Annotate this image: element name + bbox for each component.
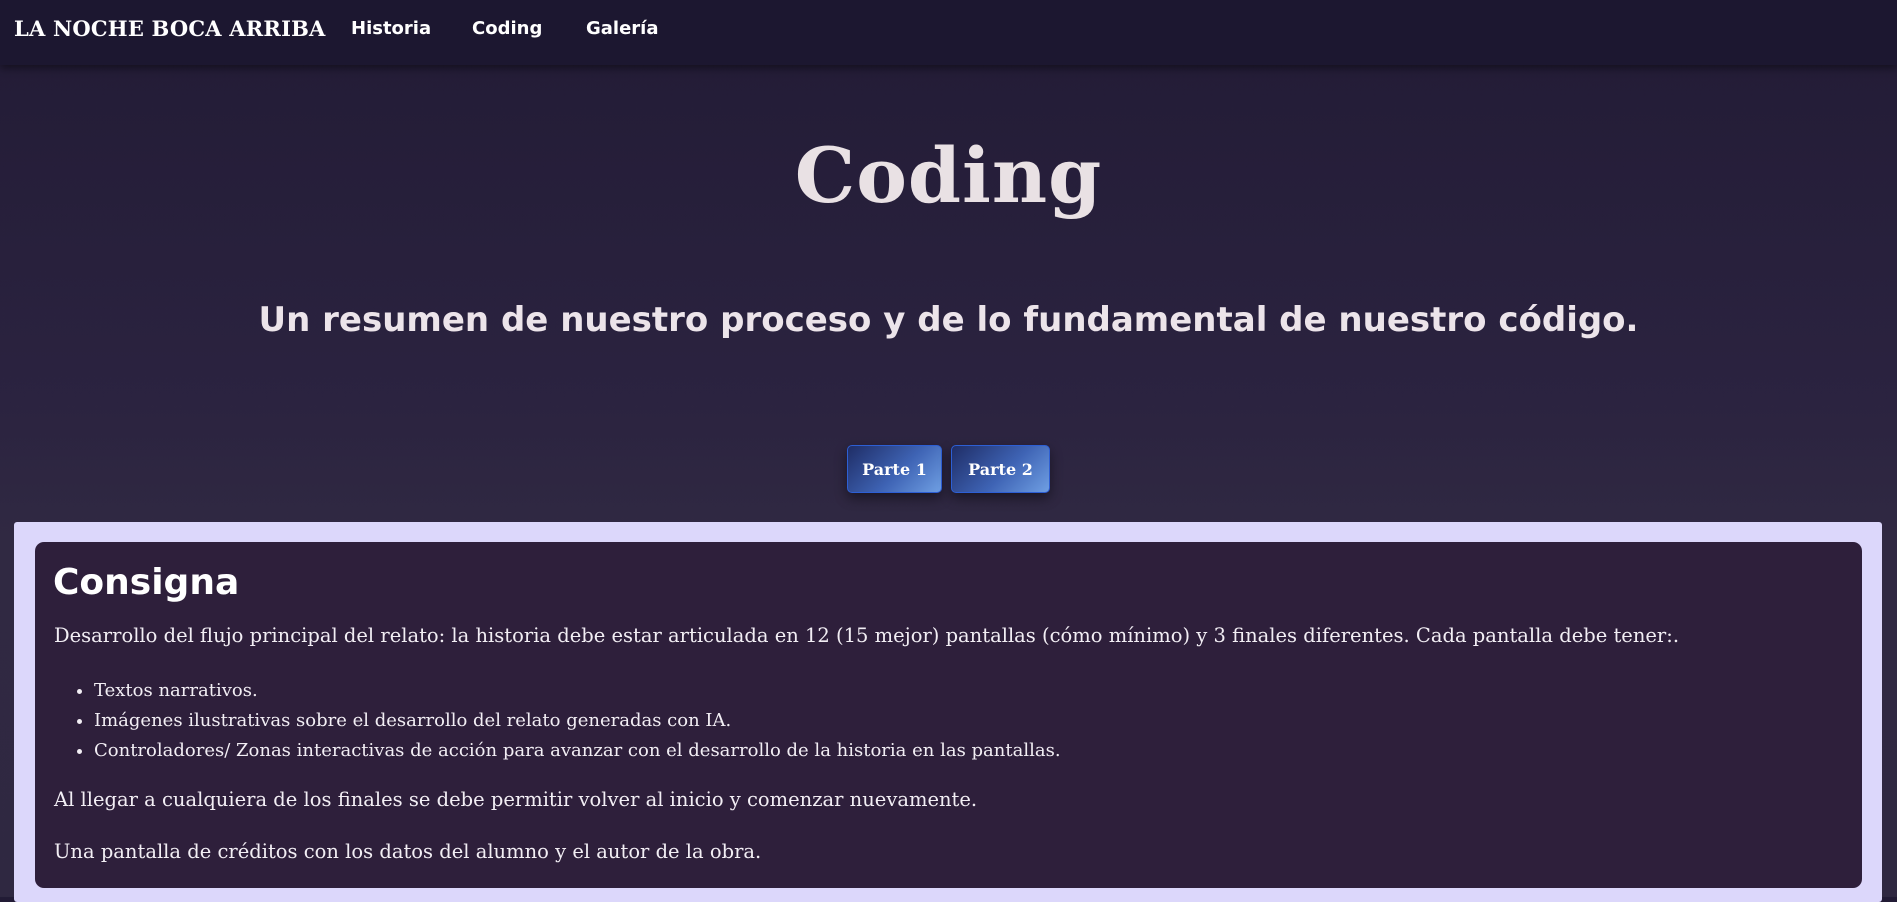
- section-intro: Desarrollo del flujo principal del relat…: [54, 624, 1680, 647]
- section-paragraph-restart: Al llegar a cualquiera de los finales se…: [54, 788, 978, 811]
- brand-link[interactable]: LA NOCHE BOCA ARRIBA: [14, 16, 326, 41]
- requirements-list: Textos narrativos. Imágenes ilustrativas…: [54, 676, 1061, 766]
- section-paragraph-credits: Una pantalla de créditos con los datos d…: [54, 840, 762, 863]
- section-title: Consigna: [53, 562, 240, 603]
- tab-parte-2-button[interactable]: Parte 2: [951, 445, 1050, 493]
- top-navbar: LA NOCHE BOCA ARRIBA Historia Coding Gal…: [0, 0, 1897, 65]
- nav-link-coding[interactable]: Coding: [472, 18, 542, 39]
- list-item: Textos narrativos.: [94, 676, 1061, 706]
- list-item: Controladores/ Zonas interactivas de acc…: [94, 736, 1061, 766]
- tab-parte-1-button[interactable]: Parte 1: [847, 445, 942, 493]
- page-subtitle: Un resumen de nuestro proceso y de lo fu…: [258, 300, 1639, 340]
- nav-link-historia[interactable]: Historia: [351, 18, 431, 39]
- list-item: Imágenes ilustrativas sobre el desarroll…: [94, 706, 1061, 736]
- nav-link-galeria[interactable]: Galería: [586, 18, 659, 39]
- page-title: Coding: [794, 131, 1103, 220]
